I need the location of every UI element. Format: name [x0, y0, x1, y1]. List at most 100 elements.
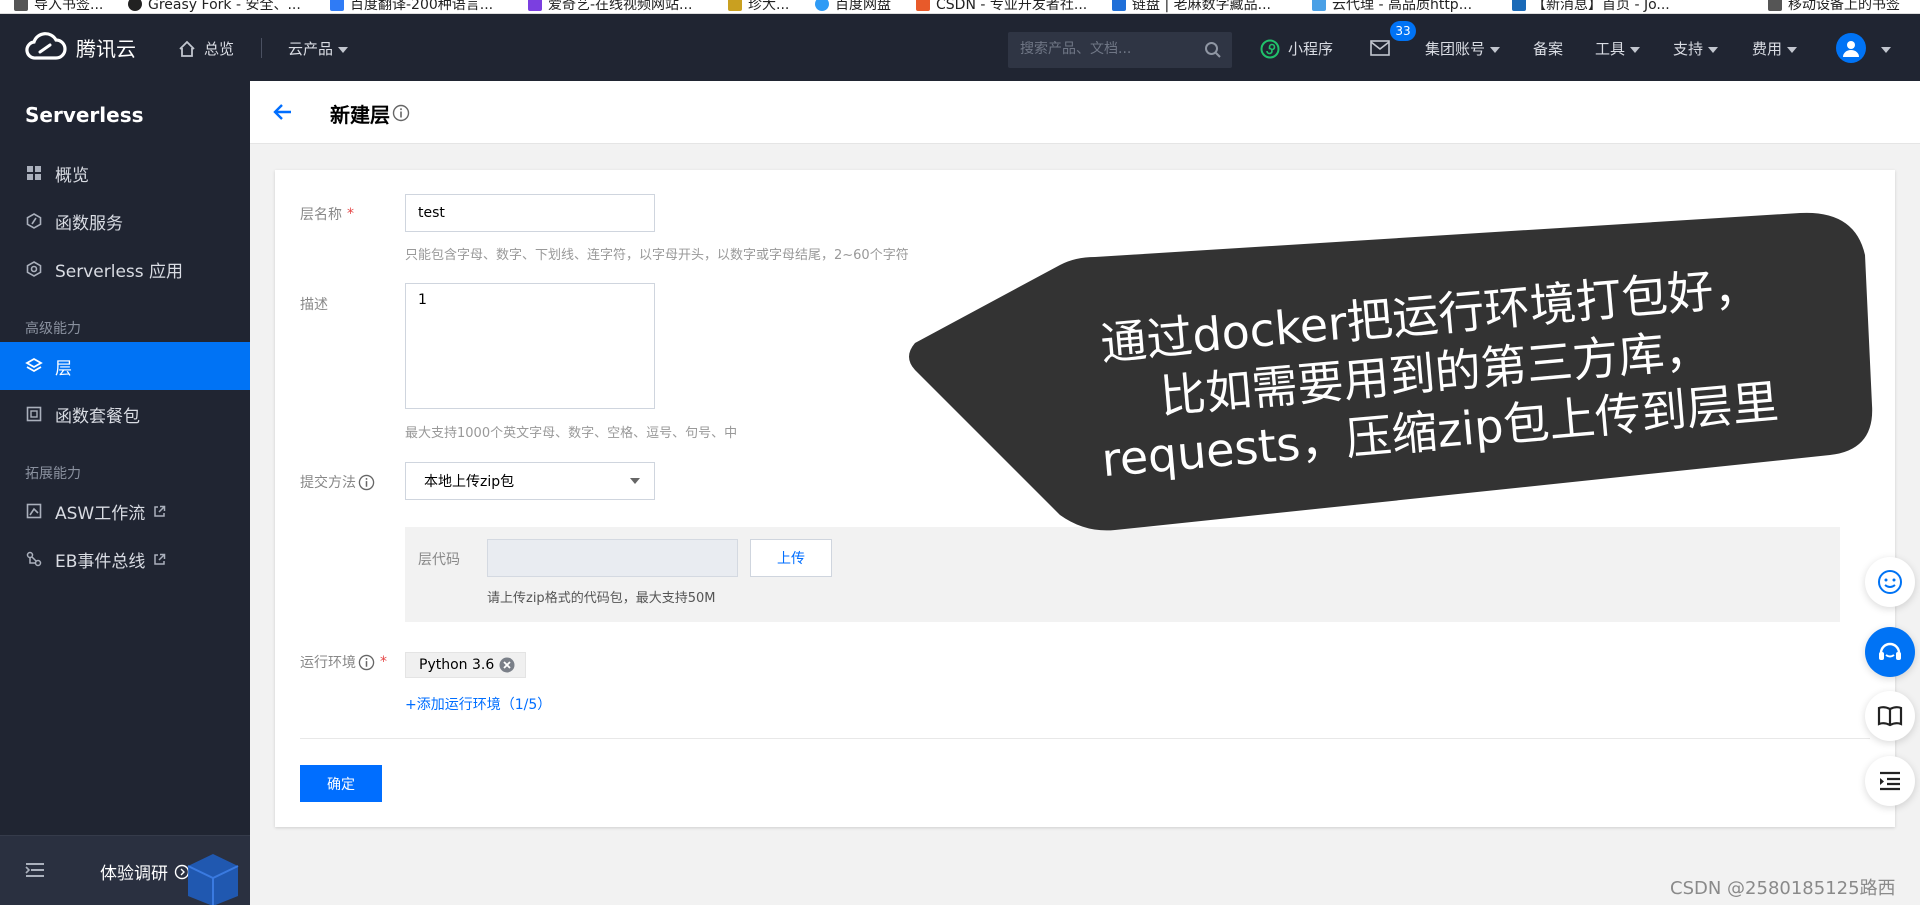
nav-support[interactable]: 支持	[1673, 38, 1719, 59]
sidebar-item-asw[interactable]: ASW工作流	[0, 487, 250, 535]
description-hint: 最大支持1000个英文字母、数字、空格、逗号、句号、中	[405, 426, 738, 441]
bookmark-icon	[728, 0, 742, 11]
tencent-cloud-logo[interactable]: 腾讯云	[24, 32, 136, 62]
avatar[interactable]	[1836, 33, 1866, 63]
bookmark-item[interactable]: Greasy Fork - 安全、...	[128, 0, 301, 13]
description-textarea[interactable]: 1	[405, 283, 655, 409]
feedback-button[interactable]	[1865, 557, 1915, 607]
sidebar-item-overview[interactable]: 概览	[0, 149, 250, 197]
upload-hint: 请上传zip格式的代码包，最大支持50M	[487, 591, 716, 606]
customer-service-button[interactable]	[1865, 627, 1915, 677]
sidebar-title: Serverless	[25, 103, 144, 127]
layer-name-input[interactable]	[405, 194, 655, 232]
bookmark-item[interactable]: CSDN - 专业开发者社...	[916, 0, 1087, 13]
bookmark-icon	[815, 0, 829, 11]
workflow-icon	[25, 502, 43, 520]
chevron-down-icon[interactable]	[1881, 47, 1891, 53]
sidebar-footer: 体验调研	[0, 835, 250, 905]
description-label: 描述	[300, 297, 328, 313]
sidebar: Serverless 概览 函数服务 Serverless 应用 高级能力 层 …	[0, 81, 250, 905]
layer-code-label: 层代码	[418, 552, 460, 568]
add-runtime-link[interactable]: +添加运行环境（1/5）	[405, 694, 551, 714]
app-icon	[25, 260, 43, 278]
grid-icon	[25, 164, 43, 182]
upload-button[interactable]: 上传	[750, 539, 832, 577]
sidebar-item-serverless-app[interactable]: Serverless 应用	[0, 245, 250, 293]
search-input[interactable]	[1020, 41, 1190, 57]
function-icon	[25, 212, 43, 230]
bookmark-item[interactable]: 云代理 - 高品质http...	[1312, 0, 1472, 13]
info-icon[interactable]	[358, 654, 375, 671]
chevron-down-icon	[1630, 46, 1641, 53]
sidebar-item-functions[interactable]: 函数服务	[0, 197, 250, 245]
runtime-label: 运行环境 *	[300, 654, 387, 671]
submit-method-label: 提交方法	[300, 472, 375, 492]
mail-badge: 33	[1390, 21, 1416, 41]
bookmark-item[interactable]: 【新消息】首页 - Jo...	[1512, 0, 1670, 13]
sidebar-item-layers[interactable]: 层	[0, 342, 250, 390]
watermark: CSDN @2580185125路西	[1670, 878, 1896, 899]
bookmark-item[interactable]: 百度翻译-200种语言...	[330, 0, 493, 13]
nav-miniprogram[interactable]: 小程序	[1260, 38, 1333, 59]
docs-button[interactable]	[1865, 691, 1915, 741]
required-mark: *	[380, 654, 387, 670]
chevron-down-icon	[630, 478, 640, 484]
nav-billing[interactable]: 费用	[1752, 38, 1798, 59]
nav-search-box[interactable]	[1008, 32, 1232, 68]
bookmark-icon	[14, 0, 28, 11]
nav-divider	[261, 38, 262, 58]
sidebar-item-eventbus[interactable]: EB事件总线	[0, 535, 250, 583]
nav-overview[interactable]: 总览	[178, 38, 234, 59]
bookmark-item[interactable]: 珍大...	[728, 0, 789, 13]
remove-tag-icon[interactable]	[499, 657, 515, 673]
bookmarks-bar: 导入书签... Greasy Fork - 安全、... 百度翻译-200种语言…	[0, 0, 1920, 14]
nav-products-menu[interactable]: 云产品	[288, 38, 349, 59]
bookmark-icon	[1312, 0, 1326, 11]
bookmark-icon	[1512, 0, 1526, 11]
bookmark-item[interactable]: 导入书签...	[14, 0, 103, 13]
chevron-down-icon	[338, 46, 349, 53]
bookmark-icon	[1112, 0, 1126, 11]
bookmark-icon	[128, 0, 142, 11]
external-link-icon	[154, 553, 166, 565]
bookmark-icon	[916, 0, 930, 11]
smile-icon	[1878, 570, 1902, 594]
form-divider	[300, 738, 1870, 739]
search-icon[interactable]	[1204, 41, 1222, 59]
bookmark-item[interactable]: 爱奇艺-在线视频网站...	[528, 0, 692, 13]
bookmark-item[interactable]: 链盘 | 老麻数字藏品...	[1112, 0, 1271, 13]
logo-text: 腾讯云	[76, 36, 136, 61]
book-icon	[1877, 706, 1903, 727]
menu-list-button[interactable]	[1865, 756, 1915, 806]
top-navbar: 腾讯云 总览 云产品 小程序 33 集团账号 备案 工具 支持 费用	[0, 14, 1920, 81]
package-icon	[25, 405, 43, 423]
nav-filing[interactable]: 备案	[1533, 38, 1563, 59]
cloud-logo-icon	[25, 32, 67, 60]
layer-name-label: 层名称 *	[300, 206, 354, 223]
back-arrow-icon[interactable]	[272, 101, 294, 123]
bookmark-icon	[1768, 0, 1782, 11]
nav-group-account[interactable]: 集团账号	[1425, 38, 1501, 59]
collapse-menu-icon[interactable]	[25, 862, 45, 878]
layers-icon	[25, 357, 43, 375]
chevron-down-icon	[1490, 46, 1501, 53]
runtime-tag: Python 3.6	[405, 652, 527, 678]
nav-tools[interactable]: 工具	[1595, 38, 1641, 59]
list-indent-icon	[1880, 771, 1900, 791]
bookmark-item[interactable]: 百度网盘	[815, 0, 891, 13]
chevron-down-icon	[1787, 46, 1798, 53]
sidebar-group-advanced: 高级能力	[25, 321, 81, 337]
cube-decoration-icon	[187, 854, 239, 905]
info-icon[interactable]	[392, 104, 410, 122]
layer-name-hint: 只能包含字母、数字、下划线、连字符，以字母开头，以数字或字母结尾，2~60个字符	[405, 248, 909, 263]
mail-icon[interactable]	[1370, 40, 1390, 56]
chevron-down-icon	[1708, 46, 1719, 53]
info-icon[interactable]	[358, 474, 375, 491]
confirm-button[interactable]: 确定	[300, 765, 382, 802]
eventbus-icon	[25, 550, 43, 568]
upload-file-field[interactable]	[487, 539, 738, 577]
submit-method-select[interactable]: 本地上传zip包	[405, 462, 655, 500]
sidebar-item-packages[interactable]: 函数套餐包	[0, 390, 250, 438]
home-icon	[179, 40, 195, 57]
bookmark-item[interactable]: 移动设备上的书签	[1768, 0, 1900, 13]
